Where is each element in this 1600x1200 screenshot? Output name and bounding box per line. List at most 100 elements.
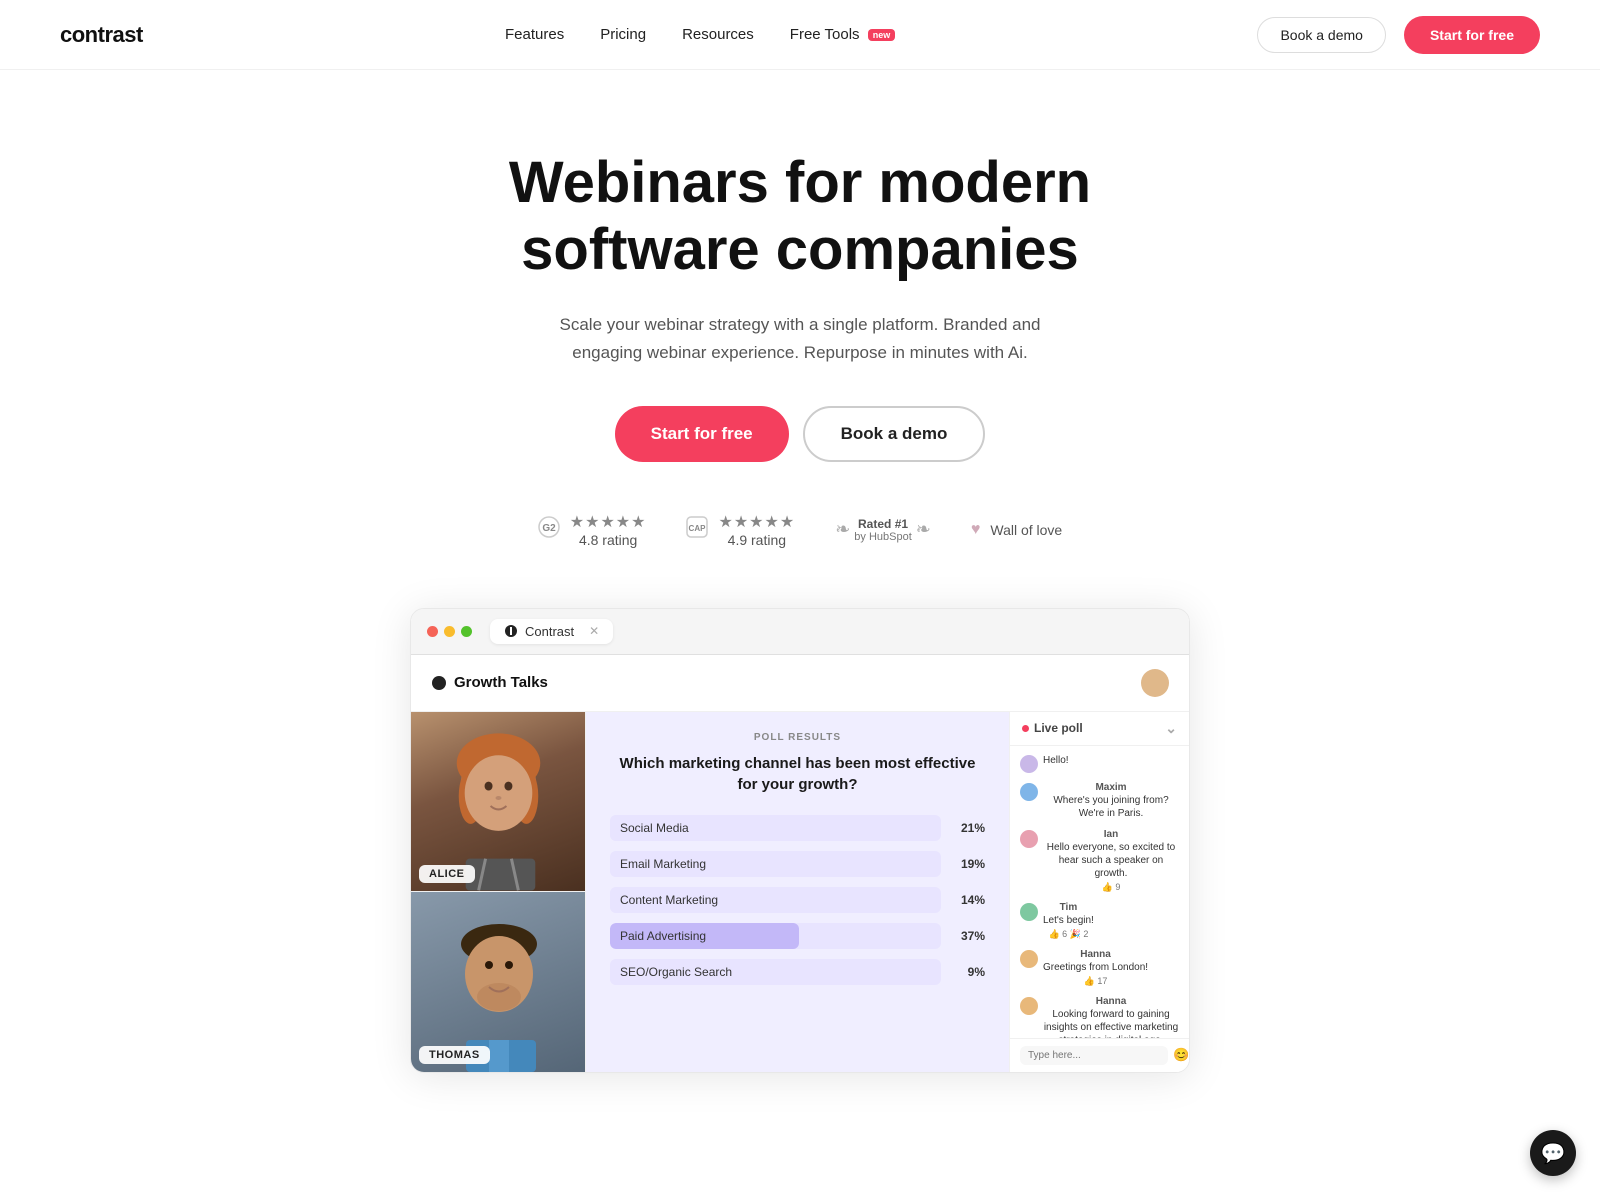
wall-of-love-label: Wall of love: [990, 522, 1062, 538]
speaker-alice-card: ALICE: [411, 712, 585, 893]
chat-sender: Maxim: [1043, 782, 1179, 793]
poll-question: Which marketing channel has been most ef…: [610, 753, 985, 795]
chat-column: Live poll ⌄ Hello! Maxim Where's you joi…: [1009, 712, 1189, 1072]
app-content: Growth Talks: [411, 655, 1189, 1072]
chat-text: Looking forward to gaining insights on e…: [1043, 1008, 1179, 1038]
laurel-right-icon: ❧: [916, 519, 931, 540]
nav-link-free-tools[interactable]: Free Tools new: [790, 26, 895, 43]
hero-buttons: Start for free Book a demo: [20, 406, 1580, 462]
poll-bar-bg: SEO/Organic Search: [610, 959, 941, 985]
hubspot-rated: ❧ Rated #1 by HubSpot ❧: [835, 517, 931, 543]
poll-bar-pct: 9%: [951, 965, 985, 979]
nav-link-pricing[interactable]: Pricing: [600, 26, 646, 43]
poll-bar-label: Content Marketing: [620, 893, 718, 907]
chat-header: Live poll ⌄: [1010, 712, 1189, 746]
chat-reactions: 👍 17: [1043, 976, 1148, 987]
logo: contrast: [60, 22, 143, 48]
chat-text: Hello everyone, so excited to hear such …: [1043, 841, 1179, 880]
laurel-left-icon: ❧: [835, 519, 850, 540]
browser-tab: Contrast ✕: [490, 619, 613, 644]
chat-widget-button[interactable]: 💬: [1530, 1130, 1576, 1176]
app-title: Growth Talks: [431, 674, 548, 691]
hero-start-free-button[interactable]: Start for free: [615, 406, 789, 462]
chat-collapse-button[interactable]: ⌄: [1165, 720, 1177, 737]
poll-bar-fill: Email Marketing: [610, 851, 742, 877]
chat-avatar: [1020, 783, 1038, 801]
browser-mockup: Contrast ✕ Growth Talks: [410, 608, 1190, 1073]
poll-option-row: SEO/Organic Search 9%: [610, 959, 985, 985]
nav-link-resources[interactable]: Resources: [682, 26, 754, 43]
chat-sender: Hanna: [1043, 949, 1148, 960]
tab-close-button[interactable]: ✕: [589, 624, 599, 638]
nav-link-features[interactable]: Features: [505, 26, 564, 43]
chat-sender: Tim: [1043, 902, 1094, 913]
chat-input[interactable]: [1020, 1046, 1168, 1065]
poll-bar-fill: Content Marketing: [610, 887, 742, 913]
live-indicator: [1022, 725, 1029, 732]
contrast-favicon: [504, 624, 518, 638]
new-badge: new: [868, 29, 896, 41]
hero-subtext: Scale your webinar strategy with a singl…: [540, 311, 1060, 365]
chat-text: Greetings from London!: [1043, 961, 1148, 974]
thomas-name-badge: THOMAS: [419, 1046, 490, 1064]
g2-label: 4.8 rating: [570, 532, 647, 548]
nav-start-free-button[interactable]: Start for free: [1404, 16, 1540, 54]
social-proof-bar: G2 ★★★★★ 4.8 rating CAP ★★★★★ 4.9 rating…: [20, 512, 1580, 548]
capterra-stars: ★★★★★: [718, 512, 795, 532]
dot-yellow: [444, 626, 455, 637]
nav-links: Features Pricing Resources Free Tools ne…: [505, 26, 895, 43]
heart-icon: ♥: [971, 521, 981, 539]
emoji-picker-button[interactable]: 😊: [1173, 1047, 1189, 1063]
chat-message: Hello!: [1020, 754, 1179, 773]
svg-text:G2: G2: [542, 523, 556, 534]
app-logo-icon: [431, 675, 447, 691]
chat-avatar: [1020, 755, 1038, 773]
poll-bar-label: SEO/Organic Search: [620, 965, 732, 979]
chat-input-row: 😊 🔥 🎉: [1010, 1038, 1189, 1072]
browser-dots: [427, 626, 472, 637]
speaker-thomas-card: THOMAS: [411, 892, 585, 1072]
poll-title: POLL RESULTS: [610, 732, 985, 743]
chat-message: Ian Hello everyone, so excited to hear s…: [1020, 829, 1179, 893]
poll-bar-fill: Paid Advertising: [610, 923, 799, 949]
g2-rating: G2 ★★★★★ 4.8 rating: [538, 512, 647, 548]
speakers-column: ALICE: [411, 712, 586, 1072]
hero-book-demo-button[interactable]: Book a demo: [803, 406, 986, 462]
chat-message: Hanna Looking forward to gaining insight…: [1020, 996, 1179, 1038]
user-avatar: [1141, 669, 1169, 697]
navbar: contrast Features Pricing Resources Free…: [0, 0, 1600, 70]
chat-message: Maxim Where's you joining from? We're in…: [1020, 782, 1179, 820]
chat-reactions: 👍 9: [1043, 882, 1179, 893]
nav-actions: Book a demo Start for free: [1257, 16, 1540, 54]
browser-bar: Contrast ✕: [411, 609, 1189, 655]
nav-book-demo-button[interactable]: Book a demo: [1257, 17, 1386, 53]
hubspot-line1: Rated #1: [854, 517, 911, 531]
poll-bar-pct: 21%: [951, 821, 985, 835]
poll-bar-bg: Content Marketing: [610, 887, 941, 913]
capterra-label: 4.9 rating: [718, 532, 795, 548]
poll-bar-fill: Social Media: [610, 815, 746, 841]
wall-of-love: ♥ Wall of love: [971, 521, 1062, 539]
chat-message: Hanna Greetings from London! 👍 17: [1020, 949, 1179, 987]
poll-bar-bg: Social Media: [610, 815, 941, 841]
poll-bar-fill: SEO/Organic Search: [610, 959, 742, 985]
chat-sender: Ian: [1043, 829, 1179, 840]
poll-options: Social Media 21% Email Marketing 19% Con…: [610, 815, 985, 985]
chat-avatar: [1020, 950, 1038, 968]
dot-green: [461, 626, 472, 637]
chat-avatar: [1020, 830, 1038, 848]
poll-bar-pct: 19%: [951, 857, 985, 871]
hero-section: Webinars for modern software companies S…: [0, 70, 1600, 1123]
alice-name-badge: ALICE: [419, 865, 475, 883]
poll-column: POLL RESULTS Which marketing channel has…: [586, 712, 1009, 1072]
hubspot-line2: by HubSpot: [854, 531, 911, 543]
g2-stars: ★★★★★: [570, 512, 647, 532]
chat-message: Tim Let's begin! 👍 6 🎉 2: [1020, 902, 1179, 940]
chat-avatar: [1020, 903, 1038, 921]
chat-widget-icon: 💬: [1541, 1141, 1566, 1166]
app-body: ALICE: [411, 712, 1189, 1072]
poll-bar-label: Paid Advertising: [620, 929, 706, 943]
poll-bar-pct: 14%: [951, 893, 985, 907]
svg-text:CAP: CAP: [689, 524, 707, 533]
hero-headline: Webinars for modern software companies: [450, 150, 1150, 283]
